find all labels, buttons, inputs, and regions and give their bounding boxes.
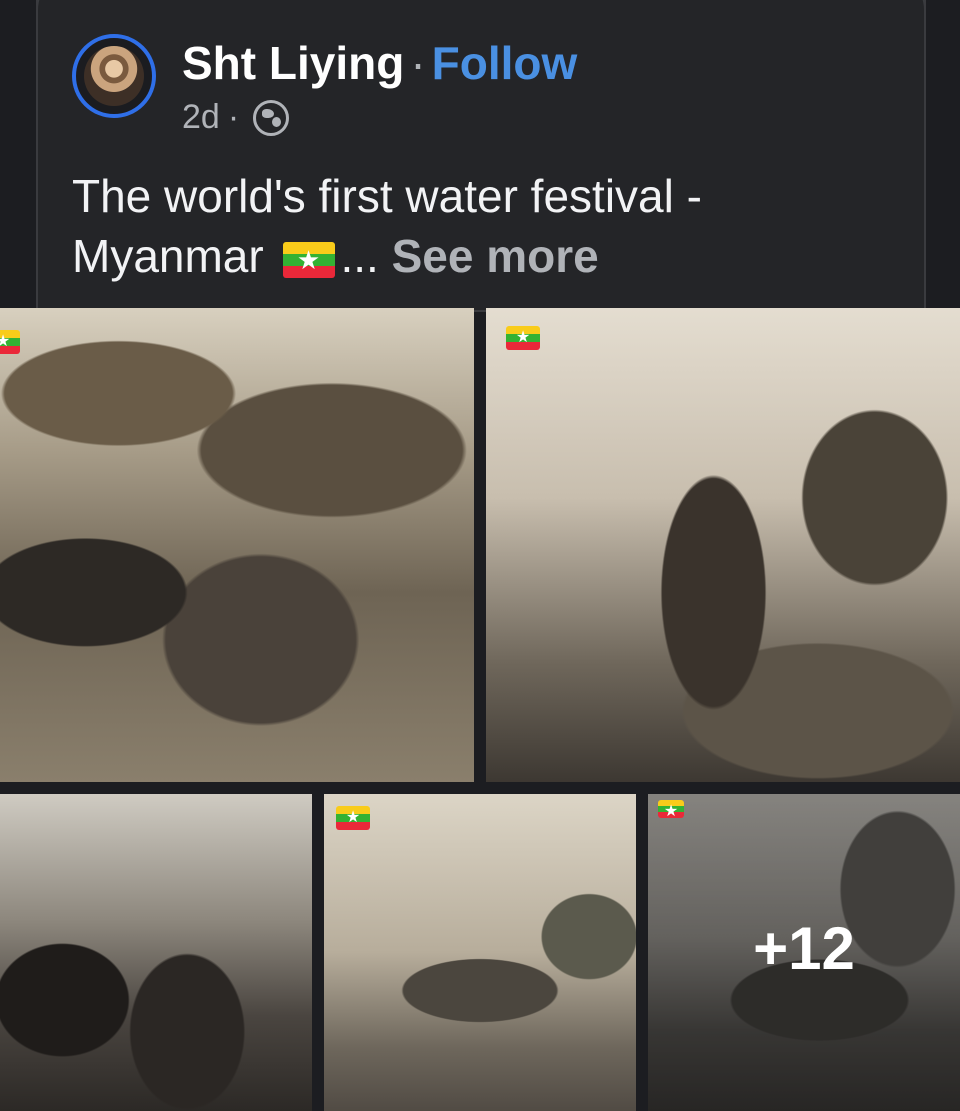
post-text-myanmar: Myanmar	[72, 230, 264, 282]
photo-5-more[interactable]: +12	[648, 794, 960, 1111]
photo-1-image	[0, 308, 474, 782]
myanmar-flag-icon	[336, 806, 370, 830]
myanmar-flag-icon	[506, 326, 540, 350]
follow-button[interactable]: Follow	[432, 37, 578, 89]
photo-2[interactable]	[486, 308, 960, 782]
meta-separator: ·	[227, 98, 240, 136]
more-photos-count[interactable]: +12	[648, 914, 960, 983]
photo-1[interactable]	[0, 308, 474, 782]
photo-3-image	[0, 794, 312, 1111]
globe-icon[interactable]	[253, 99, 290, 136]
myanmar-flag-icon	[282, 241, 335, 278]
post-header: Sht Liying · Follow 2d ·	[72, 34, 892, 144]
see-more-link[interactable]: See more	[392, 230, 599, 282]
post-text-line2: Myanmar ... See more	[72, 226, 892, 286]
post-text: The world's first water festival - Myanm…	[72, 166, 892, 286]
myanmar-flag-icon	[0, 330, 20, 354]
myanmar-flag-icon	[658, 800, 684, 822]
ellipsis: ...	[340, 230, 379, 282]
photo-3[interactable]	[0, 794, 312, 1111]
photo-2-image	[486, 308, 960, 782]
separator-dot: ·	[410, 37, 426, 89]
photo-4-image	[324, 794, 636, 1111]
post-meta: 2d ·	[182, 98, 290, 137]
author-name[interactable]: Sht Liying	[182, 37, 404, 89]
author-row: Sht Liying · Follow	[182, 36, 577, 90]
avatar[interactable]	[72, 34, 156, 118]
post-text-line1: The world's first water festival -	[72, 170, 702, 222]
avatar-image	[84, 46, 144, 106]
photo-4[interactable]	[324, 794, 636, 1111]
post-time[interactable]: 2d	[182, 98, 220, 137]
